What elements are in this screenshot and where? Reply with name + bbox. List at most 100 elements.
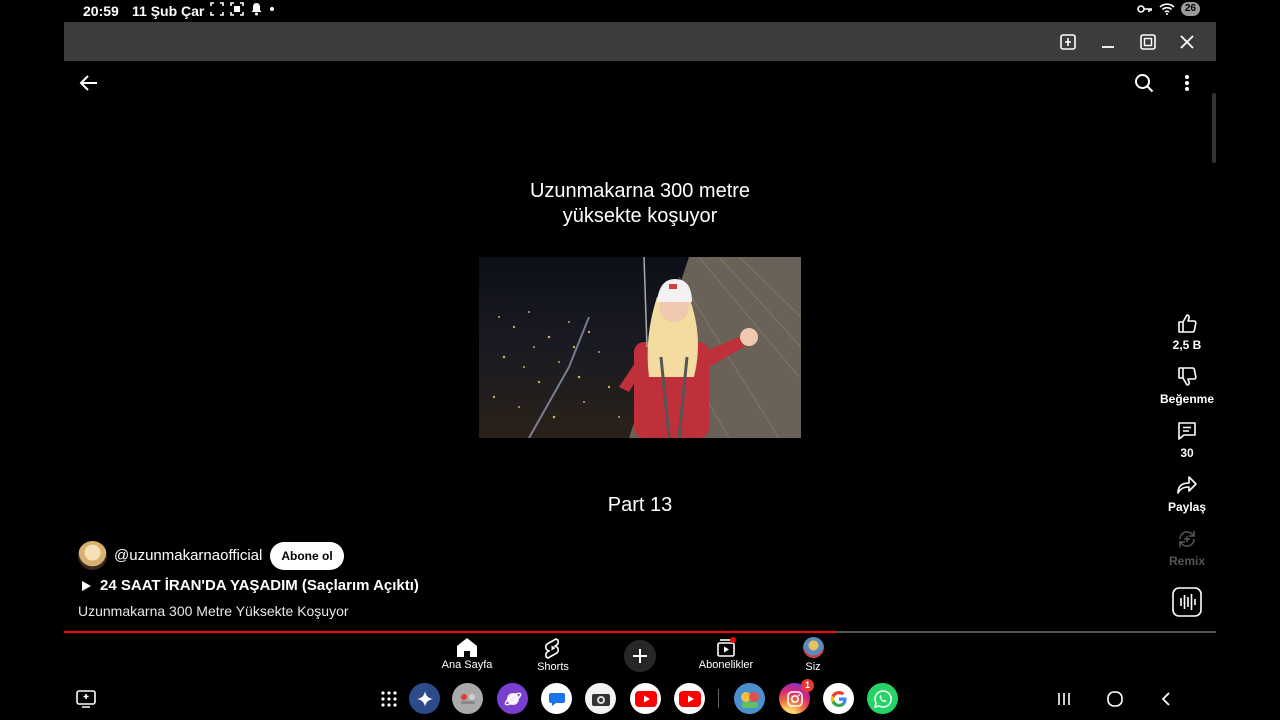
remix-icon <box>1179 531 1195 547</box>
profile-avatar <box>802 637 824 658</box>
more-options-button[interactable] <box>1171 67 1203 99</box>
scroll-indicator[interactable] <box>1212 93 1216 163</box>
maximize-button[interactable] <box>1136 30 1160 54</box>
nav-you[interactable]: Siz <box>773 637 853 673</box>
channel-handle[interactable]: @uzunmakarnaofficial <box>114 547 262 564</box>
remix-label: Remix <box>1168 554 1206 568</box>
close-button[interactable] <box>1175 30 1199 54</box>
recent-apps-edit-icon <box>75 689 96 708</box>
status-date: 11 Şub Çar <box>132 3 205 19</box>
system-taskbar: 1 <box>0 677 1280 720</box>
shorts-icon <box>544 638 560 659</box>
google-g-icon <box>830 690 847 707</box>
app-drawer-button[interactable] <box>373 683 404 714</box>
comment-icon <box>1178 422 1196 440</box>
dislike-button[interactable]: Beğenme <box>1147 366 1216 406</box>
gemini-app[interactable] <box>409 683 440 714</box>
split-view-icon <box>1060 34 1076 50</box>
system-back-button[interactable] <box>1154 687 1178 711</box>
split-view-button[interactable] <box>1056 30 1080 54</box>
gemini-star-icon <box>416 690 433 707</box>
video-frame[interactable] <box>479 257 801 438</box>
nav-home[interactable]: Ana Sayfa <box>427 637 507 671</box>
comments-button[interactable]: 30 <box>1147 420 1216 460</box>
messages-app[interactable] <box>541 683 572 714</box>
home-icon <box>457 638 477 657</box>
back-button[interactable] <box>73 67 105 99</box>
recents-button[interactable] <box>1052 687 1076 711</box>
video-title-line-1: Uzunmakarna 300 metre <box>529 180 751 202</box>
comment-count: 30 <box>1180 446 1194 460</box>
nav-subscriptions-label: Abonelikler <box>698 659 754 671</box>
battery-indicator: 26 <box>1180 2 1200 16</box>
instagram-camera-icon <box>786 690 803 707</box>
game-app[interactable] <box>734 683 765 714</box>
maximize-icon <box>1140 34 1156 50</box>
status-time: 20:59 <box>83 3 119 19</box>
related-video-title: 24 SAAT İRAN'DA YAŞADIM (Saçlarım Açıktı… <box>100 577 419 594</box>
subscriptions-icon <box>717 637 736 657</box>
nav-subscriptions[interactable]: Abonelikler <box>686 637 766 671</box>
vpn-key-icon <box>1137 5 1152 13</box>
recent-apps-button[interactable] <box>70 683 101 714</box>
folder-app[interactable] <box>452 683 483 714</box>
youtube-app[interactable] <box>630 683 661 714</box>
minimize-button[interactable] <box>1096 30 1120 54</box>
youtube-app-2[interactable] <box>674 683 705 714</box>
video-part-label: Part 13 <box>607 494 673 516</box>
plus-icon <box>633 649 647 663</box>
youtube-logo-icon-2 <box>678 690 701 707</box>
create-button[interactable] <box>624 640 656 672</box>
subscribe-button[interactable]: Abone ol <box>270 541 344 570</box>
related-video-link[interactable]: 24 SAAT İRAN'DA YAŞADIM (Saçlarım Açıktı… <box>80 577 419 594</box>
share-button[interactable]: Paylaş <box>1147 474 1216 514</box>
browser-app[interactable] <box>497 683 528 714</box>
dot-icon <box>270 7 274 11</box>
chevron-left-icon <box>1161 692 1170 706</box>
status-notification-icons <box>210 2 275 16</box>
close-icon <box>1180 35 1194 49</box>
search-button[interactable] <box>1128 67 1160 99</box>
channel-row: @uzunmakarnaofficial Abone ol <box>78 541 344 570</box>
dislike-label: Beğenme <box>1159 392 1215 406</box>
nav-home-label: Ana Sayfa <box>441 659 493 671</box>
camera-app[interactable] <box>585 683 616 714</box>
google-app[interactable] <box>823 683 854 714</box>
sound-button[interactable] <box>1147 587 1216 621</box>
thumbs-down-icon <box>1178 367 1197 386</box>
video-title: Uzunmakarna 300 metre yüksekte koşuyor <box>440 179 840 229</box>
app-grid-icon <box>380 690 397 707</box>
video-frame-image <box>479 257 801 438</box>
minimize-icon <box>1102 46 1114 48</box>
like-count: 2,5 B <box>1172 338 1202 352</box>
camera-icon <box>591 693 610 706</box>
nav-you-label: Siz <box>805 661 821 673</box>
youtube-logo-icon <box>634 690 657 707</box>
whatsapp-app[interactable] <box>867 683 898 714</box>
soundwave-icon <box>1172 587 1202 617</box>
nav-shorts[interactable]: Shorts <box>513 637 593 673</box>
game-characters-icon <box>740 691 759 708</box>
home-button[interactable] <box>1103 687 1127 711</box>
home-circle-icon <box>1107 691 1123 707</box>
channel-avatar[interactable] <box>78 541 107 570</box>
more-vertical-icon <box>1185 75 1189 91</box>
screenshot-icon <box>230 2 244 16</box>
remix-button[interactable]: Remix <box>1147 528 1216 568</box>
wifi-icon <box>1159 3 1175 15</box>
recents-bars-icon <box>1058 693 1070 705</box>
screen-capture-icon <box>210 2 224 16</box>
app-folder-icon <box>460 693 475 704</box>
share-arrow-icon <box>1177 476 1197 494</box>
like-button[interactable]: 2,5 B <box>1147 312 1216 352</box>
youtube-bottom-nav: Ana Sayfa Shorts Abonelikler Siz <box>64 633 1216 677</box>
whatsapp-phone-icon <box>873 689 892 708</box>
instagram-app[interactable]: 1 <box>779 679 814 714</box>
search-icon <box>1135 74 1154 93</box>
video-description[interactable]: Uzunmakarna 300 Metre Yüksekte Koşuyor <box>78 603 349 619</box>
back-arrow-icon <box>79 75 97 91</box>
share-label: Paylaş <box>1167 500 1207 514</box>
shorts-player: Uzunmakarna 300 metre yüksekte koşuyor P… <box>64 61 1216 633</box>
status-bar: 20:59 11 Şub Çar 26 <box>0 0 1280 22</box>
taskbar-divider <box>718 689 719 708</box>
